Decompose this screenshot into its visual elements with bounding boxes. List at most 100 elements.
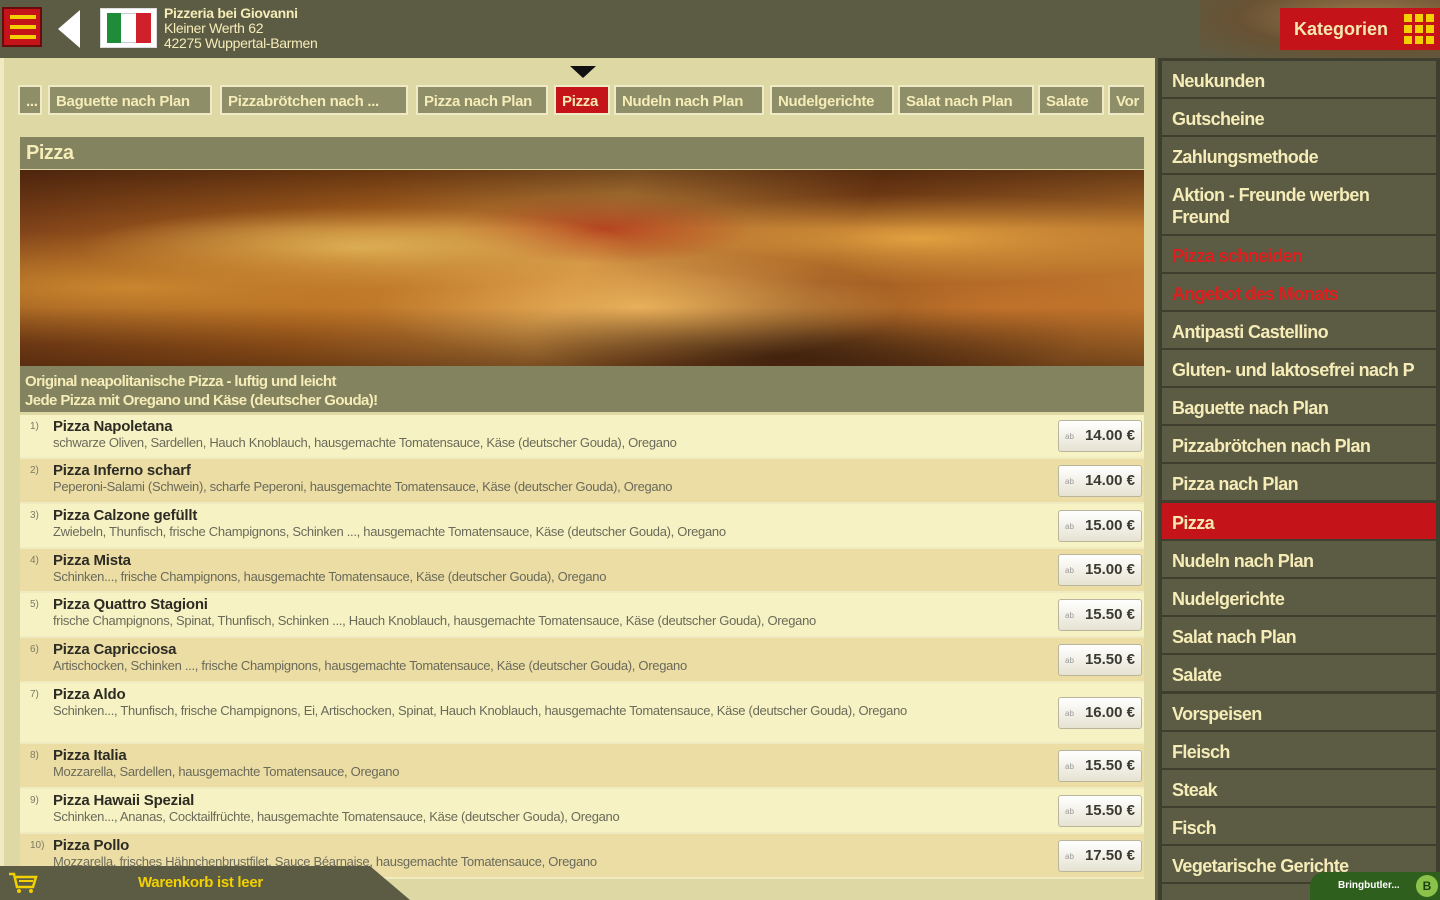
item-description: Schinken..., frische Champignons, hausge…	[53, 569, 607, 584]
item-number: 5)	[30, 599, 39, 610]
grid-icon	[1404, 14, 1434, 44]
tab-vorspeisen[interactable]: Vor	[1108, 85, 1144, 115]
price-prefix: ab	[1065, 432, 1074, 441]
add-to-cart-price-button[interactable]: ab 15.50 €	[1058, 749, 1142, 782]
tab-overflow[interactable]: ...	[18, 85, 42, 115]
item-number: 9)	[30, 795, 39, 806]
cart-bar[interactable]: Warenkorb ist leer	[0, 866, 410, 900]
add-to-cart-price-button[interactable]: ab 15.00 €	[1058, 509, 1142, 542]
sidebar-item-angebot-des-monats[interactable]: Angebot des Monats	[1162, 274, 1436, 310]
bringbutler-badge[interactable]: Bringbutler... B	[1310, 872, 1440, 900]
item-description: Schinken..., Ananas, Cocktailfrüchte, ha…	[53, 809, 620, 824]
menu-item-list: 1) Pizza Napoletana schwarze Oliven, Sar…	[20, 415, 1144, 895]
tab-pizza[interactable]: Pizza	[554, 85, 610, 115]
sidebar-item-gluten-laktosefrei[interactable]: Gluten- und laktosefrei nach P	[1162, 350, 1436, 386]
shop-city: 42275 Wuppertal-Barmen	[164, 35, 318, 51]
section-desc-line2: Jede Pizza mit Oregano und Käse (deutsch…	[25, 392, 378, 409]
sidebar-item-gutscheine[interactable]: Gutscheine	[1162, 99, 1436, 135]
active-tab-pointer-icon	[570, 66, 596, 78]
add-to-cart-price-button[interactable]: ab 14.00 €	[1058, 464, 1142, 497]
kategorien-button[interactable]: Kategorien	[1280, 8, 1440, 50]
item-name: Pizza Calzone gefüllt	[53, 507, 198, 524]
item-name: Pizza Italia	[53, 747, 127, 764]
tab-baguette-nach-plan[interactable]: Baguette nach Plan	[48, 85, 212, 115]
menu-item[interactable]: 5) Pizza Quattro Stagioni frische Champi…	[20, 593, 1144, 638]
item-description: Artischocken, Schinken ..., frische Cham…	[53, 658, 687, 673]
sidebar-item-baguette-nach-plan[interactable]: Baguette nach Plan	[1162, 388, 1436, 424]
add-to-cart-price-button[interactable]: ab 14.00 €	[1058, 420, 1142, 452]
menu-item[interactable]: 2) Pizza Inferno scharf Peperoni-Salami …	[20, 459, 1144, 504]
item-price: 15.50 €	[1084, 650, 1135, 668]
app-header: Pizzeria bei Giovanni Kleiner Werth 62 4…	[0, 0, 1440, 58]
item-price: 14.00 €	[1084, 471, 1135, 489]
item-number: 10)	[30, 840, 45, 851]
item-number: 2)	[30, 465, 39, 476]
item-number: 1)	[30, 421, 39, 432]
add-to-cart-price-button[interactable]: ab 15.50 €	[1058, 794, 1142, 827]
item-name: Pizza Aldo	[53, 686, 126, 703]
sidebar-item-salate[interactable]: Salate	[1162, 655, 1436, 691]
back-arrow-icon[interactable]	[58, 10, 80, 48]
italian-flag-logo	[100, 8, 157, 48]
add-to-cart-price-button[interactable]: ab 16.00 €	[1058, 696, 1142, 729]
menu-item[interactable]: 8) Pizza Italia Mozzarella, Sardellen, h…	[20, 744, 1144, 789]
tab-pizzabroetchen-nach-plan[interactable]: Pizzabrötchen nach ...	[220, 85, 408, 115]
sidebar-item-vorspeisen[interactable]: Vorspeisen	[1162, 694, 1436, 730]
add-to-cart-price-button[interactable]: ab 17.50 €	[1058, 839, 1142, 872]
price-prefix: ab	[1065, 761, 1074, 771]
sidebar-item-antipasti-castellino[interactable]: Antipasti Castellino	[1162, 312, 1436, 348]
item-price: 15.00 €	[1084, 516, 1135, 534]
shop-info: Pizzeria bei Giovanni Kleiner Werth 62 4…	[164, 6, 318, 51]
menu-item[interactable]: 1) Pizza Napoletana schwarze Oliven, Sar…	[20, 415, 1144, 459]
sidebar-item-fisch[interactable]: Fisch	[1162, 808, 1436, 844]
item-name: Pizza Pollo	[53, 837, 130, 854]
sidebar-item-pizzabroetchen-nach-plan[interactable]: Pizzabrötchen nach Plan	[1162, 426, 1436, 462]
item-price: 15.50 €	[1084, 605, 1135, 623]
sidebar-item-nudeln-nach-plan[interactable]: Nudeln nach Plan	[1162, 541, 1436, 577]
price-prefix: ab	[1065, 521, 1074, 531]
sidebar-item-aktion-freunde-werben[interactable]: Aktion - Freunde werben Freund	[1162, 175, 1436, 234]
tab-nudelgerichte[interactable]: Nudelgerichte	[770, 85, 894, 115]
item-number: 7)	[30, 689, 39, 700]
add-to-cart-price-button[interactable]: ab 15.50 €	[1058, 598, 1142, 631]
menu-item[interactable]: 6) Pizza Capricciosa Artischocken, Schin…	[20, 638, 1144, 683]
menu-item[interactable]: 3) Pizza Calzone gefüllt Zwiebeln, Thunf…	[20, 504, 1144, 549]
menu-item[interactable]: 7) Pizza Aldo Schinken..., Thunfisch, fr…	[20, 683, 1144, 744]
tab-salat-nach-plan[interactable]: Salat nach Plan	[898, 85, 1034, 115]
item-number: 3)	[30, 510, 39, 521]
sidebar-item-steak[interactable]: Steak	[1162, 770, 1436, 806]
menu-item[interactable]: 4) Pizza Mista Schinken..., frische Cham…	[20, 549, 1144, 593]
tab-pizza-nach-plan[interactable]: Pizza nach Plan	[416, 85, 548, 115]
menu-item[interactable]: 9) Pizza Hawaii Spezial Schinken..., Ana…	[20, 789, 1144, 834]
sidebar-item-pizza-schneiden[interactable]: Pizza schneiden	[1162, 236, 1436, 272]
sidebar-item-nudelgerichte[interactable]: Nudelgerichte	[1162, 579, 1436, 615]
sidebar-item-salat-nach-plan[interactable]: Salat nach Plan	[1162, 617, 1436, 653]
item-description: Zwiebeln, Thunfisch, frische Champignons…	[53, 524, 726, 539]
item-name: Pizza Quattro Stagioni	[53, 596, 208, 613]
price-prefix: ab	[1065, 851, 1074, 861]
item-name: Pizza Hawaii Spezial	[53, 792, 195, 809]
item-description: Peperoni-Salami (Schwein), scharfe Peper…	[53, 479, 673, 494]
item-description: frische Champignons, Spinat, Thunfisch, …	[53, 613, 816, 628]
sidebar-item-zahlungsmethode[interactable]: Zahlungsmethode	[1162, 137, 1436, 173]
item-price: 15.50 €	[1084, 756, 1135, 774]
kategorien-label: Kategorien	[1294, 19, 1389, 39]
sidebar-item-pizza-nach-plan[interactable]: Pizza nach Plan	[1162, 464, 1436, 500]
item-number: 6)	[30, 644, 39, 655]
bringbutler-label: Bringbutler...	[1338, 880, 1400, 891]
sidebar-item-pizza[interactable]: Pizza	[1162, 503, 1436, 539]
section-description: Original neapolitanische Pizza - luftig …	[20, 366, 1144, 412]
tab-nudeln-nach-plan[interactable]: Nudeln nach Plan	[614, 85, 764, 115]
item-name: Pizza Napoletana	[53, 418, 173, 435]
sidebar-item-fleisch[interactable]: Fleisch	[1162, 732, 1436, 768]
item-price: 14.00 €	[1084, 427, 1135, 444]
item-price: 15.50 €	[1084, 801, 1135, 819]
add-to-cart-price-button[interactable]: ab 15.50 €	[1058, 643, 1142, 676]
price-prefix: ab	[1065, 566, 1074, 575]
main-panel: ... Baguette nach Plan Pizzabrötchen nac…	[0, 58, 1155, 900]
sidebar-item-neukunden[interactable]: Neukunden	[1162, 61, 1436, 97]
hamburger-menu-icon[interactable]	[2, 7, 42, 47]
item-price: 17.50 €	[1084, 846, 1135, 864]
add-to-cart-price-button[interactable]: ab 15.00 €	[1058, 554, 1142, 586]
tab-salate[interactable]: Salate	[1038, 85, 1104, 115]
